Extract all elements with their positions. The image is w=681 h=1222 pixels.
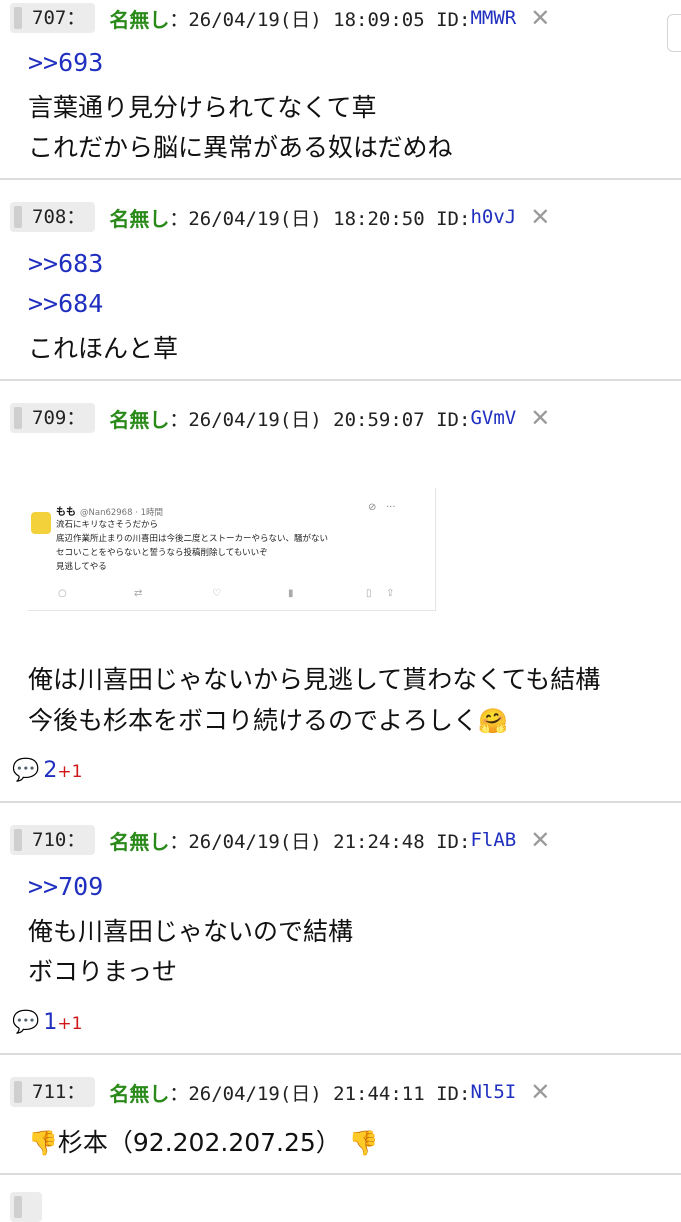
- post-text-line: これだから脳に異常がある奴はだめね: [28, 133, 453, 162]
- poster-name: 名無し: [109, 7, 170, 32]
- hugging-face-emoji: 🤗: [478, 707, 508, 735]
- reply-anchor-link[interactable]: >>693: [28, 48, 103, 77]
- poster-name: 名無し: [109, 206, 170, 231]
- tweet-action-bar: ○ ⇄ ♡ ▮ ▯ ⇪: [56, 588, 426, 602]
- poster-id[interactable]: FlAB: [470, 829, 516, 851]
- speech-bubble-icon: 💬: [12, 758, 40, 783]
- post-711-header: 711： 名無し ：26/04/19(日) 21:44:11 ID: Nl5I …: [10, 1077, 550, 1107]
- close-icon[interactable]: ✕: [530, 1078, 550, 1106]
- views-icon: ▮: [288, 588, 294, 599]
- reply-count-button[interactable]: 💬 1 +1: [12, 1010, 82, 1035]
- post-text-line: 👎杉本（92.202.207.25） 👎: [28, 1123, 379, 1159]
- post-number[interactable]: 707：: [10, 3, 96, 33]
- reply-anchor-link[interactable]: >>683: [28, 249, 103, 278]
- poster-id[interactable]: Nl5I: [470, 1081, 516, 1103]
- close-icon[interactable]: ✕: [530, 203, 550, 231]
- thumbs-down-emoji: 👎: [28, 1129, 58, 1157]
- post-text-line: 俺も川喜田じゃないので結構: [28, 917, 354, 946]
- post-datetime: ：26/04/19(日) 18:09:05 ID:: [169, 8, 471, 31]
- poster-name: 名無し: [109, 407, 170, 432]
- poster-id[interactable]: GVmV: [470, 407, 516, 429]
- post-text-line: 言葉通り見分けられてなくて草: [28, 93, 377, 122]
- post-number[interactable]: 709：: [10, 403, 96, 433]
- post-divider: [0, 178, 681, 180]
- post-number[interactable]: 710：: [10, 825, 96, 855]
- post-datetime: ：26/04/19(日) 18:20:50 ID:: [169, 207, 471, 230]
- reply-count: 1: [43, 1010, 58, 1035]
- post-datetime: ：26/04/19(日) 20:59:07 ID:: [169, 408, 471, 431]
- reply-new-count: +1: [57, 762, 83, 782]
- reply-anchor-link[interactable]: >>684: [28, 289, 103, 318]
- thumbs-down-emoji: 👎: [348, 1129, 379, 1157]
- reply-new-count: +1: [57, 1014, 83, 1034]
- scroll-top-tab[interactable]: [667, 14, 681, 52]
- post-divider: [0, 1173, 681, 1175]
- retweet-icon: ⇄: [134, 588, 143, 599]
- post-text-line: これほんと草: [28, 334, 179, 363]
- tweet-text-line: 底辺作業所止まりの川喜田は今後二度とストーカーやらない、騒がない: [56, 534, 329, 544]
- post-divider: [0, 1053, 681, 1055]
- tweet-text-line: セコいことをやらないと誓うなら投稿削除してもいいぞ: [56, 548, 268, 558]
- poster-name: 名無し: [109, 1081, 170, 1106]
- post-number[interactable]: 708：: [10, 202, 96, 232]
- post-text-segment: 杉本（92.202.207.25）: [57, 1128, 341, 1157]
- post-divider: [0, 801, 681, 803]
- poster-id[interactable]: h0vJ: [470, 206, 516, 228]
- tweet-author: もも @Nan62968 · 1時間: [56, 503, 163, 518]
- poster-name: 名無し: [109, 829, 170, 854]
- reply-count: 2: [43, 758, 58, 783]
- like-icon: ♡: [212, 588, 221, 599]
- reply-count-button[interactable]: 💬 2 +1: [12, 758, 82, 783]
- tweet-avatar: [31, 512, 51, 534]
- post-number[interactable]: 711：: [10, 1077, 96, 1107]
- close-icon[interactable]: ✕: [530, 4, 550, 32]
- post-text-line: 俺は川喜田じゃないから見逃して貰わなくても結構: [28, 665, 601, 694]
- post-number[interactable]: [10, 1192, 42, 1222]
- reply-anchor-link[interactable]: >>709: [28, 872, 103, 901]
- tweet-user: もも: [56, 507, 76, 518]
- close-icon[interactable]: ✕: [530, 404, 550, 432]
- post-710-header: 710： 名無し ：26/04/19(日) 21:24:48 ID: FlAB …: [10, 825, 550, 855]
- embedded-tweet-image[interactable]: もも @Nan62968 · 1時間 ⊘ ··· 流石にキリなさそうだから 底辺作…: [28, 488, 436, 611]
- post-text-segment: 今後も杉本をボコり続けるのでよろしく: [28, 706, 479, 735]
- tweet-handle: @Nan62968 · 1時間: [80, 508, 164, 518]
- grok-icon: ⊘: [368, 502, 377, 513]
- post-text-line: 今後も杉本をボコり続けるのでよろしく🤗: [28, 701, 508, 737]
- post-divider: [0, 379, 681, 381]
- post-datetime: ：26/04/19(日) 21:24:48 ID:: [169, 830, 471, 853]
- post-707-header: 707： 名無し ：26/04/19(日) 18:09:05 ID: MMWR …: [10, 3, 550, 33]
- tweet-text-line: 流石にキリなさそうだから: [56, 520, 159, 530]
- poster-id[interactable]: MMWR: [470, 7, 516, 29]
- post-709-header: 709： 名無し ：26/04/19(日) 20:59:07 ID: GVmV …: [10, 403, 550, 433]
- post-708-header: 708： 名無し ：26/04/19(日) 18:20:50 ID: h0vJ …: [10, 202, 550, 232]
- post-datetime: ：26/04/19(日) 21:44:11 ID:: [169, 1082, 471, 1105]
- tweet-text-line: 見逃してやる: [56, 562, 107, 572]
- speech-bubble-icon: 💬: [12, 1010, 40, 1035]
- post-text-line: ボコりまっせ: [28, 957, 178, 986]
- bookmark-icon: ▯: [366, 588, 372, 599]
- more-icon: ···: [386, 502, 396, 513]
- share-icon: ⇪: [386, 588, 395, 599]
- close-icon[interactable]: ✕: [530, 826, 550, 854]
- post-712-header-partial: [10, 1192, 42, 1222]
- reply-icon: ○: [58, 588, 67, 599]
